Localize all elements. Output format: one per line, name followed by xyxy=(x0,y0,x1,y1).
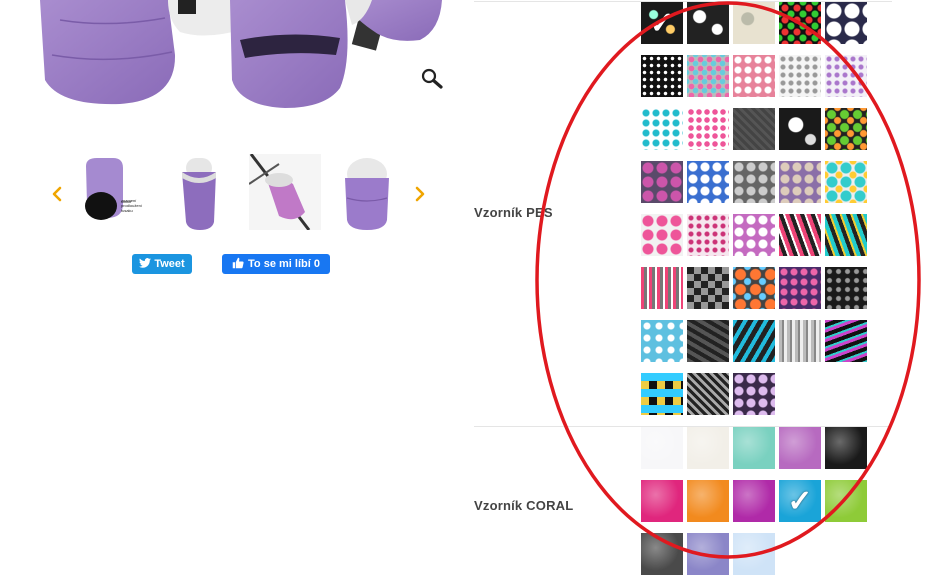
swatch-black-colored-dots[interactable] xyxy=(779,2,821,44)
swatch-grey-floral[interactable] xyxy=(733,161,775,203)
swatch-grey-geometric[interactable] xyxy=(687,267,729,309)
checkmark-icon: ✓ xyxy=(787,484,813,518)
swatch-grey-abstract[interactable] xyxy=(687,320,729,362)
swatch-black-grey-dots[interactable] xyxy=(825,267,867,309)
product-thumbnail[interactable]: znamení prodloužení fusaku xyxy=(81,154,153,230)
swatch-orange-coral[interactable] xyxy=(687,480,729,522)
main-product-image[interactable] xyxy=(0,0,455,110)
swatch-black-colored-circles[interactable] xyxy=(825,108,867,150)
checkmark-icon: ✓ xyxy=(649,6,675,40)
thumbs-up-icon xyxy=(232,257,244,272)
twitter-bird-icon xyxy=(139,257,152,271)
swatch-pink-chevron[interactable] xyxy=(779,214,821,256)
swatch-pink-circles[interactable] xyxy=(641,214,683,256)
swatch-black-waves[interactable] xyxy=(825,320,867,362)
chevron-right-icon[interactable] xyxy=(412,184,428,204)
product-thumbnail[interactable] xyxy=(249,154,321,230)
product-thumbnail[interactable] xyxy=(331,154,403,230)
swatch-mint-coral[interactable] xyxy=(733,427,775,469)
swatch-grey-chevron[interactable] xyxy=(687,373,729,415)
swatch-lavender-coral[interactable] xyxy=(687,533,729,575)
swatch-magenta-coral[interactable] xyxy=(733,480,775,522)
swatch-light-blue-coral[interactable] xyxy=(733,533,775,575)
tweet-label: Tweet xyxy=(154,258,185,270)
swatch-grey-coral[interactable] xyxy=(641,533,683,575)
swatch-black-white-flowers[interactable] xyxy=(687,2,729,44)
swatch-lilac-coral[interactable] xyxy=(779,427,821,469)
swatch-black-white-flowers-2[interactable] xyxy=(779,108,821,150)
product-thumbnail[interactable] xyxy=(164,154,236,230)
like-label: To se mi líbí 0 xyxy=(248,258,320,270)
swatch-grey-dots[interactable] xyxy=(687,55,729,97)
swatch-grey-stripes[interactable] xyxy=(779,320,821,362)
swatch-black-white-small-dots[interactable] xyxy=(641,55,683,97)
swatch-pink-lilac-floral[interactable] xyxy=(733,214,775,256)
swatch-black-floral-pattern[interactable]: ✓ xyxy=(641,2,683,44)
thumbnail-carousel: znamení prodloužení fusaku xyxy=(45,150,435,235)
swatch-purple-floral[interactable] xyxy=(779,161,821,203)
swatch-blue-floral[interactable] xyxy=(687,161,729,203)
swatch-navy-white-big-dots[interactable] xyxy=(825,2,867,44)
swatch-grey-dark[interactable] xyxy=(733,108,775,150)
swatch-orange-floral-dark[interactable] xyxy=(733,267,775,309)
swatch-cream-coral[interactable] xyxy=(687,427,729,469)
swatch-lime-coral[interactable] xyxy=(825,480,867,522)
option-label-coral: Vzorník CORAL xyxy=(474,498,574,513)
swatch-pink-floral[interactable] xyxy=(641,161,683,203)
swatch-blue-kaleidoscope[interactable] xyxy=(641,373,683,415)
tweet-button[interactable]: Tweet xyxy=(132,254,192,274)
swatch-pink-white-pattern[interactable] xyxy=(687,214,729,256)
swatch-black-coral[interactable] xyxy=(825,427,867,469)
swatch-turquoise-coral[interactable]: ✓ xyxy=(779,480,821,522)
chevron-left-icon[interactable] xyxy=(49,184,65,204)
swatch-fuchsia-coral[interactable] xyxy=(641,480,683,522)
swatch-white-grey-dots[interactable] xyxy=(779,55,821,97)
swatch-pink-stripes[interactable] xyxy=(641,267,683,309)
facebook-like-button[interactable]: To se mi líbí 0 xyxy=(222,254,330,274)
swatch-blue-stars[interactable] xyxy=(641,320,683,362)
swatch-pink-dots[interactable] xyxy=(733,55,775,97)
swatch-beige-floral[interactable] xyxy=(733,2,775,44)
swatch-turquoise-feathers[interactable] xyxy=(733,320,775,362)
thumbnail-caption: znamení prodloužení fusaku xyxy=(121,198,142,213)
swatch-white-coral[interactable] xyxy=(641,427,683,469)
swatch-white-turquoise-dots[interactable] xyxy=(641,108,683,150)
swatch-turquoise-circles[interactable] xyxy=(825,161,867,203)
swatch-turquoise-chevron[interactable] xyxy=(825,214,867,256)
option-label-pes: Vzorník PES xyxy=(474,205,553,220)
swatch-purple-hearts[interactable] xyxy=(779,267,821,309)
swatch-white-pink-dots[interactable] xyxy=(687,108,729,150)
swatch-purple-flowers-dark[interactable] xyxy=(733,373,775,415)
swatch-white-purple-dots[interactable] xyxy=(825,55,867,97)
magnifier-icon[interactable] xyxy=(421,68,443,90)
